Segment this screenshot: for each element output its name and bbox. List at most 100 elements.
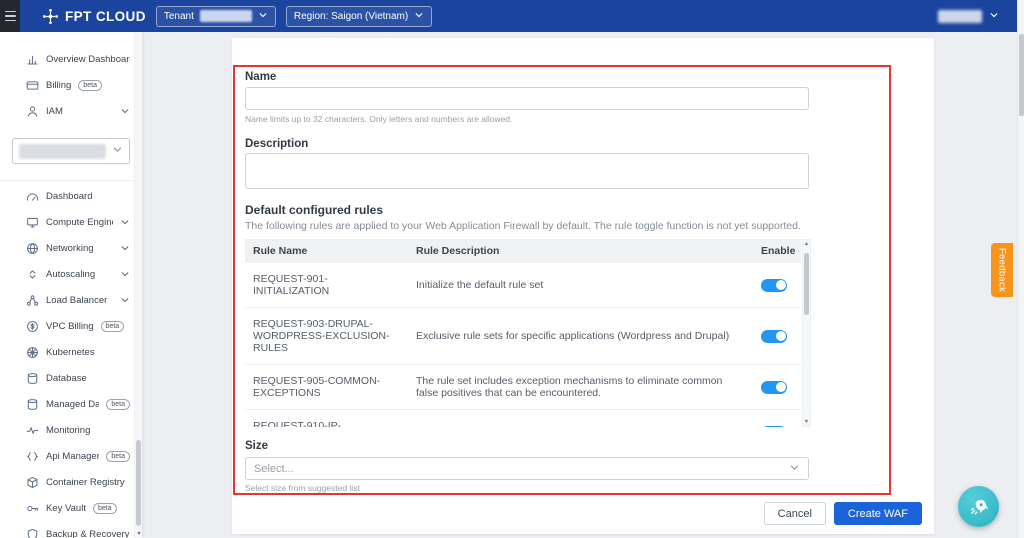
rule-enable-toggle[interactable] (761, 330, 787, 343)
database-icon (26, 372, 39, 385)
beta-badge: beta (78, 80, 102, 91)
sidebar-item-iam[interactable]: IAM (0, 98, 142, 124)
rules-table: Rule NameRule DescriptionEnableREQUEST-9… (245, 239, 801, 427)
chevron-down-icon (120, 106, 130, 116)
page-scrollbar-thumb[interactable] (1019, 34, 1024, 116)
chevron-down-icon (258, 10, 268, 20)
rule-row: REQUEST-901-INITIALIZATIONInitialize the… (245, 263, 801, 308)
feedback-tab[interactable]: Feedback (991, 243, 1013, 297)
sidebar-item-label: Monitoring (46, 425, 90, 436)
rule-name: REQUEST-905-COMMON-EXCEPTIONS (245, 365, 408, 410)
sidebar-item-database[interactable]: Database (0, 365, 142, 391)
rule-row: REQUEST-905-COMMON-EXCEPTIONSThe rule se… (245, 365, 801, 410)
sidebar-item-key-vault[interactable]: Key Vaultbeta (0, 495, 142, 521)
sidebar-scrollbar-thumb[interactable] (136, 440, 141, 526)
chevron-down-icon (120, 295, 130, 305)
database-icon (26, 398, 39, 411)
description-label: Description (245, 138, 308, 150)
chevron-down-icon (989, 10, 999, 20)
gauge-icon (26, 190, 39, 203)
sidebar-scrollbar[interactable]: ▼ (134, 32, 142, 538)
description-input[interactable] (245, 153, 809, 189)
rules-scrollbar-thumb[interactable] (804, 253, 809, 315)
sidebar-item-managed-database[interactable]: Managed Database beta (0, 391, 142, 417)
sidebar-item-label: Networking (46, 243, 94, 254)
chevron-down-icon (989, 7, 999, 25)
load-balancer-icon (26, 294, 39, 307)
form-highlight-frame: Name Name limits up to 32 characters. On… (233, 65, 891, 495)
form-actions: Cancel Create WAF (764, 502, 922, 525)
rule-name: REQUEST-901-INITIALIZATION (245, 263, 408, 308)
beta-badge: beta (106, 399, 130, 410)
dollar-icon (26, 320, 39, 333)
rule-enable-toggle[interactable] (761, 426, 787, 428)
tenant-select[interactable]: Tenant (156, 6, 276, 27)
chevron-down-icon (258, 10, 268, 23)
sidebar-item-monitoring[interactable]: Monitoring (0, 417, 142, 443)
rule-description: The rule set includes exception mechanis… (408, 365, 753, 410)
rule-enable-toggle[interactable] (761, 381, 787, 394)
scroll-up-arrow-icon[interactable]: ▲ (803, 241, 810, 247)
rules-table-scrollbar[interactable]: ▲ ▼ (802, 239, 811, 427)
sidebar-item-load-balancer[interactable]: Load Balancer (0, 287, 142, 313)
user-menu[interactable] (938, 7, 999, 25)
column-header-rule-description: Rule Description (408, 239, 753, 263)
size-select[interactable]: Select... (245, 457, 809, 480)
sidebar-item-label: IAM (46, 106, 63, 117)
project-select[interactable] (12, 138, 130, 164)
fpt-logo-icon (42, 8, 59, 25)
region-label: Region: Saigon (Vietnam) (294, 11, 408, 22)
sidebar-item-networking[interactable]: Networking (0, 235, 142, 261)
globe-icon (26, 242, 39, 255)
rule-name: REQUEST-910-IP-REPUTATION (245, 410, 408, 428)
rocket-icon (967, 495, 991, 519)
user-name-blurred (938, 10, 982, 23)
rule-description: Initialize the default rule set (408, 263, 753, 308)
page-scrollbar[interactable] (1017, 0, 1024, 538)
hamburger-menu-icon[interactable] (0, 0, 20, 32)
sidebar-item-label: Kubernetes (46, 347, 95, 358)
size-helper-text: Select size from suggested list (245, 483, 360, 493)
sidebar-top-nav: Overview DashboardBillingbeta IAM (0, 46, 142, 124)
rule-row: REQUEST-910-IP-REPUTATIONSet of rules to… (245, 410, 801, 428)
toggle-knob (776, 331, 786, 341)
kubernetes-icon (26, 346, 39, 359)
create-waf-button[interactable]: Create WAF (834, 502, 922, 525)
sidebar-item-api-management[interactable]: Api Managementbeta (0, 443, 142, 469)
support-chat-button[interactable] (958, 486, 999, 527)
user-icon (26, 105, 39, 118)
sidebar-item-kubernetes[interactable]: Kubernetes (0, 339, 142, 365)
sidebar-item-autoscaling[interactable]: Autoscaling (0, 261, 142, 287)
sidebar: Overview DashboardBillingbeta IAM Dashboa… (0, 32, 142, 538)
project-name-blurred (19, 144, 106, 159)
scroll-down-arrow-icon[interactable]: ▼ (135, 531, 142, 537)
chevron-down-icon (120, 269, 130, 279)
top-bar: FPT CLOUD Tenant Region: Saigon (Vietnam… (0, 0, 1017, 32)
rule-enable-toggle[interactable] (761, 279, 787, 292)
chevron-down-icon (112, 144, 123, 155)
app-window: FPT CLOUD Tenant Region: Saigon (Vietnam… (0, 0, 1024, 538)
sidebar-item-dashboard[interactable]: Dashboard (0, 183, 142, 209)
region-select[interactable]: Region: Saigon (Vietnam) (286, 6, 432, 27)
sidebar-item-label: Managed Database (46, 399, 99, 410)
rules-section-subtitle: The following rules are applied to your … (245, 220, 801, 232)
size-select-placeholder: Select... (254, 463, 294, 475)
sidebar-item-billing[interactable]: Billingbeta (0, 72, 142, 98)
billing-card-icon (26, 79, 39, 92)
sidebar-item-vpc-billing[interactable]: VPC Billingbeta (0, 313, 142, 339)
name-helper-text: Name limits up to 32 characters. Only le… (245, 114, 512, 124)
tenant-value-blurred (200, 10, 252, 22)
cancel-button[interactable]: Cancel (764, 502, 826, 525)
name-input[interactable] (245, 87, 809, 110)
sidebar-item-container-registry[interactable]: Container Registry (0, 469, 142, 495)
sidebar-item-overview-dashboard[interactable]: Overview Dashboard (0, 46, 142, 72)
sidebar-item-compute-engine[interactable]: Compute Engine (0, 209, 142, 235)
sidebar-item-backup-recovery[interactable]: Backup & Recovery (0, 521, 142, 538)
beta-badge: beta (93, 503, 117, 514)
main-content: Name Name limits up to 32 characters. On… (142, 32, 1017, 538)
rule-row: REQUEST-903-DRUPAL-WORDPRESS-EXCLUSION-R… (245, 308, 801, 365)
shield-icon (26, 528, 39, 538)
bar-chart-icon (26, 53, 39, 66)
size-label: Size (245, 440, 268, 452)
scroll-down-arrow-icon[interactable]: ▼ (803, 419, 810, 425)
